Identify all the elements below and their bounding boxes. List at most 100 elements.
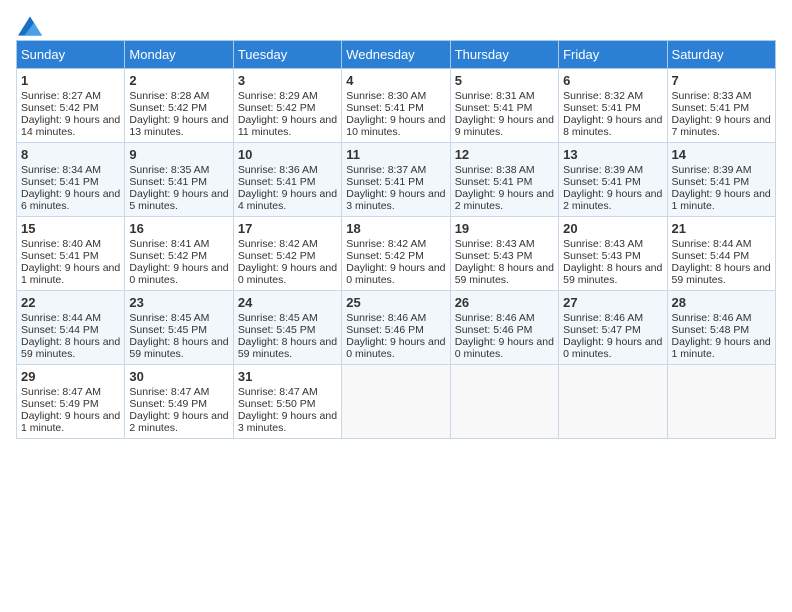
sunrise-label: Sunrise: 8:46 AMSunset: 5:47 PMDaylight:…	[563, 312, 662, 360]
day-number: 12	[455, 147, 554, 162]
logo	[16, 16, 42, 32]
sunrise-label: Sunrise: 8:39 AMSunset: 5:41 PMDaylight:…	[563, 164, 662, 212]
calendar-cell	[342, 365, 450, 439]
calendar-cell: 16 Sunrise: 8:41 AMSunset: 5:42 PMDayligh…	[125, 217, 233, 291]
sunrise-label: Sunrise: 8:36 AMSunset: 5:41 PMDaylight:…	[238, 164, 337, 212]
sunrise-label: Sunrise: 8:46 AMSunset: 5:46 PMDaylight:…	[455, 312, 554, 360]
day-number: 14	[672, 147, 771, 162]
sunrise-label: Sunrise: 8:41 AMSunset: 5:42 PMDaylight:…	[129, 238, 228, 286]
sunrise-label: Sunrise: 8:37 AMSunset: 5:41 PMDaylight:…	[346, 164, 445, 212]
day-number: 21	[672, 221, 771, 236]
calendar-cell: 23Sunrise: 8:45 AMSunset: 5:45 PMDayligh…	[125, 291, 233, 365]
page-header	[16, 16, 776, 32]
day-number: 17	[238, 221, 337, 236]
sunrise-label: Sunrise: 8:47 AMSunset: 5:49 PMDaylight:…	[129, 386, 228, 434]
day-number: 7	[672, 73, 771, 88]
calendar-table: SundayMondayTuesdayWednesdayThursdayFrid…	[16, 40, 776, 439]
calendar-cell: 25 Sunrise: 8:46 AMSunset: 5:46 PMDayligh…	[342, 291, 450, 365]
calendar-cell: 27 Sunrise: 8:46 AMSunset: 5:47 PMDayligh…	[559, 291, 667, 365]
sunrise-label: Sunrise: 8:46 AMSunset: 5:48 PMDaylight:…	[672, 312, 771, 360]
sunrise-label: Sunrise: 8:45 AMSunset: 5:45 PMDaylight:…	[129, 312, 228, 360]
sunrise-label: Sunrise: 8:45 AMSunset: 5:45 PMDaylight:…	[238, 312, 337, 360]
calendar-cell: 19 Sunrise: 8:43 AMSunset: 5:43 PMDayligh…	[450, 217, 558, 291]
sunrise-label: Sunrise: 8:39 AMSunset: 5:41 PMDaylight:…	[672, 164, 771, 212]
day-number: 20	[563, 221, 662, 236]
calendar-cell: 2Sunrise: 8:28 AMSunset: 5:42 PMDaylight…	[125, 69, 233, 143]
day-number: 18	[346, 221, 445, 236]
calendar-week-1: 1Sunrise: 8:27 AMSunset: 5:42 PMDaylight…	[17, 69, 776, 143]
sunrise-label: Sunrise: 8:29 AMSunset: 5:42 PMDaylight:…	[238, 90, 337, 138]
calendar-cell: 31Sunrise: 8:47 AMSunset: 5:50 PMDayligh…	[233, 365, 341, 439]
sunrise-label: Sunrise: 8:40 AMSunset: 5:41 PMDaylight:…	[21, 238, 120, 286]
calendar-cell: 11 Sunrise: 8:37 AMSunset: 5:41 PMDayligh…	[342, 143, 450, 217]
day-number: 4	[346, 73, 445, 88]
sunrise-label: Sunrise: 8:47 AMSunset: 5:49 PMDaylight:…	[21, 386, 120, 434]
calendar-cell: 24 Sunrise: 8:45 AMSunset: 5:45 PMDayligh…	[233, 291, 341, 365]
day-number: 9	[129, 147, 228, 162]
day-header-tuesday: Tuesday	[233, 41, 341, 69]
sunrise-label: Sunrise: 8:33 AMSunset: 5:41 PMDaylight:…	[672, 90, 771, 138]
calendar-cell: 26 Sunrise: 8:46 AMSunset: 5:46 PMDayligh…	[450, 291, 558, 365]
sunrise-label: Sunrise: 8:30 AMSunset: 5:41 PMDaylight:…	[346, 90, 445, 138]
calendar-header-row: SundayMondayTuesdayWednesdayThursdayFrid…	[17, 41, 776, 69]
sunrise-label: Sunrise: 8:43 AMSunset: 5:43 PMDaylight:…	[455, 238, 554, 286]
day-number: 29	[21, 369, 120, 384]
calendar-cell	[667, 365, 775, 439]
calendar-cell: 21 Sunrise: 8:44 AMSunset: 5:44 PMDayligh…	[667, 217, 775, 291]
day-number: 3	[238, 73, 337, 88]
day-header-thursday: Thursday	[450, 41, 558, 69]
day-number: 30	[129, 369, 228, 384]
calendar-cell: 7 Sunrise: 8:33 AMSunset: 5:41 PMDaylight…	[667, 69, 775, 143]
calendar-cell: 18 Sunrise: 8:42 AMSunset: 5:42 PMDayligh…	[342, 217, 450, 291]
calendar-cell: 6Sunrise: 8:32 AMSunset: 5:41 PMDaylight…	[559, 69, 667, 143]
day-number: 2	[129, 73, 228, 88]
sunrise-label: Sunrise: 8:44 AMSunset: 5:44 PMDaylight:…	[21, 312, 120, 360]
calendar-week-5: 29 Sunrise: 8:47 AMSunset: 5:49 PMDayligh…	[17, 365, 776, 439]
sunrise-label: Sunrise: 8:43 AMSunset: 5:43 PMDaylight:…	[563, 238, 662, 286]
calendar-cell: 20 Sunrise: 8:43 AMSunset: 5:43 PMDayligh…	[559, 217, 667, 291]
calendar-week-4: 22 Sunrise: 8:44 AMSunset: 5:44 PMDayligh…	[17, 291, 776, 365]
sunrise-label: Sunrise: 8:42 AMSunset: 5:42 PMDaylight:…	[346, 238, 445, 286]
day-number: 26	[455, 295, 554, 310]
calendar-cell	[559, 365, 667, 439]
day-header-saturday: Saturday	[667, 41, 775, 69]
calendar-cell: 30 Sunrise: 8:47 AMSunset: 5:49 PMDayligh…	[125, 365, 233, 439]
calendar-cell: 14 Sunrise: 8:39 AMSunset: 5:41 PMDayligh…	[667, 143, 775, 217]
day-number: 5	[455, 73, 554, 88]
day-header-friday: Friday	[559, 41, 667, 69]
calendar-cell: 17 Sunrise: 8:42 AMSunset: 5:42 PMDayligh…	[233, 217, 341, 291]
day-header-monday: Monday	[125, 41, 233, 69]
calendar-cell: 10 Sunrise: 8:36 AMSunset: 5:41 PMDayligh…	[233, 143, 341, 217]
day-number: 27	[563, 295, 662, 310]
day-number: 19	[455, 221, 554, 236]
day-number: 10	[238, 147, 337, 162]
logo-icon	[18, 16, 42, 36]
sunrise-label: Sunrise: 8:44 AMSunset: 5:44 PMDaylight:…	[672, 238, 771, 286]
sunrise-label: Sunrise: 8:31 AMSunset: 5:41 PMDaylight:…	[455, 90, 554, 138]
calendar-cell: 15 Sunrise: 8:40 AMSunset: 5:41 PMDayligh…	[17, 217, 125, 291]
calendar-cell: 1Sunrise: 8:27 AMSunset: 5:42 PMDaylight…	[17, 69, 125, 143]
day-number: 15	[21, 221, 120, 236]
day-number: 22	[21, 295, 120, 310]
day-number: 8	[21, 147, 120, 162]
sunrise-label: Sunrise: 8:46 AMSunset: 5:46 PMDaylight:…	[346, 312, 445, 360]
day-number: 1	[21, 73, 120, 88]
calendar-cell: 9Sunrise: 8:35 AMSunset: 5:41 PMDaylight…	[125, 143, 233, 217]
sunrise-label: Sunrise: 8:32 AMSunset: 5:41 PMDaylight:…	[563, 90, 662, 138]
day-number: 16	[129, 221, 228, 236]
sunrise-label: Sunrise: 8:38 AMSunset: 5:41 PMDaylight:…	[455, 164, 554, 212]
day-number: 13	[563, 147, 662, 162]
day-header-wednesday: Wednesday	[342, 41, 450, 69]
day-number: 11	[346, 147, 445, 162]
calendar-week-2: 8 Sunrise: 8:34 AMSunset: 5:41 PMDaylight…	[17, 143, 776, 217]
calendar-cell: 12 Sunrise: 8:38 AMSunset: 5:41 PMDayligh…	[450, 143, 558, 217]
day-number: 25	[346, 295, 445, 310]
day-number: 24	[238, 295, 337, 310]
calendar-cell: 4 Sunrise: 8:30 AMSunset: 5:41 PMDaylight…	[342, 69, 450, 143]
day-header-sunday: Sunday	[17, 41, 125, 69]
sunrise-label: Sunrise: 8:34 AMSunset: 5:41 PMDaylight:…	[21, 164, 120, 212]
calendar-cell: 8 Sunrise: 8:34 AMSunset: 5:41 PMDaylight…	[17, 143, 125, 217]
calendar-cell	[450, 365, 558, 439]
day-number: 31	[238, 369, 337, 384]
sunrise-label: Sunrise: 8:42 AMSunset: 5:42 PMDaylight:…	[238, 238, 337, 286]
